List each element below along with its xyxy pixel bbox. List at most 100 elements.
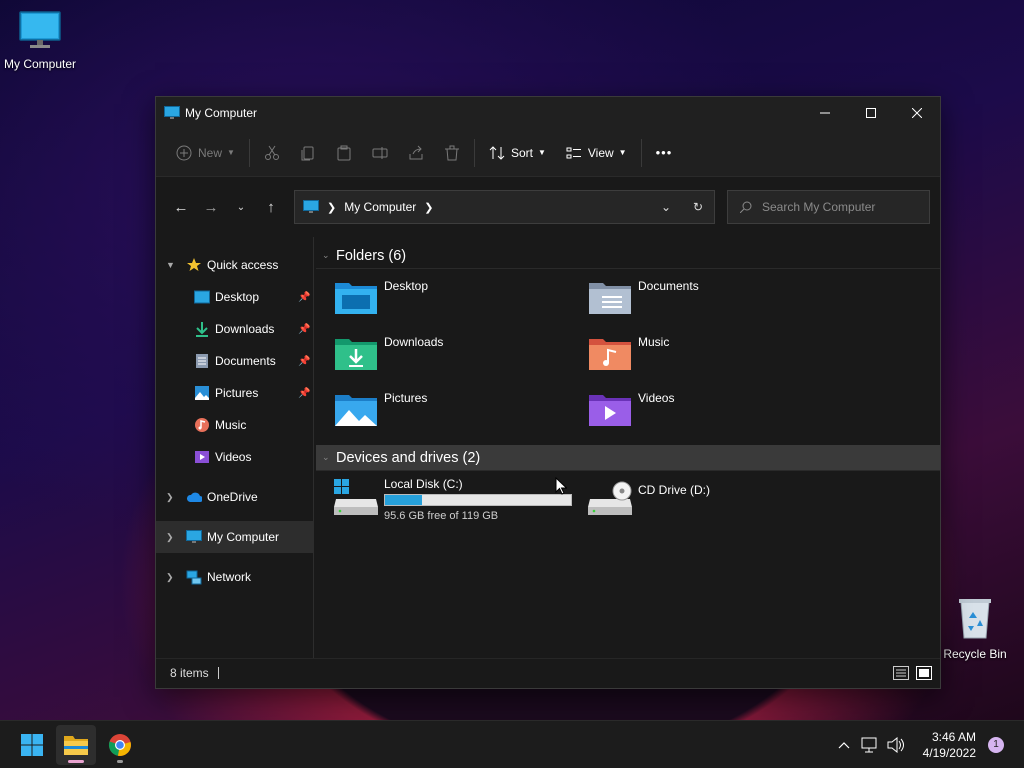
view-button[interactable]: View ▼	[556, 137, 637, 169]
volume-button[interactable]	[883, 736, 909, 753]
minimize-icon	[820, 112, 830, 114]
clock[interactable]: 3:46 AM 4/19/2022	[923, 729, 976, 761]
paste-icon	[337, 145, 351, 160]
cut-button[interactable]	[254, 137, 290, 169]
arrow-right-icon: →	[203, 198, 219, 216]
new-button[interactable]: New ▼	[166, 137, 245, 169]
sidebar-item-music[interactable]: Music	[156, 409, 313, 441]
network-status-button[interactable]	[857, 737, 883, 753]
chevron-down-icon: ⌄	[236, 201, 246, 213]
minimize-button[interactable]	[802, 97, 848, 129]
sort-button[interactable]: Sort ▼	[479, 137, 556, 169]
rename-button[interactable]	[362, 137, 398, 169]
folder-name: Videos	[638, 391, 675, 405]
toolbar-divider	[248, 138, 250, 167]
maximize-icon	[866, 108, 876, 118]
address-dropdown-icon[interactable]: ⌄	[650, 200, 682, 214]
sidebar-item-downloads[interactable]: Downloads 📌	[156, 313, 313, 345]
sidebar-label: Desktop	[215, 290, 260, 304]
folder-music[interactable]: Music	[588, 331, 842, 387]
share-button[interactable]	[398, 137, 434, 169]
back-button[interactable]: ←	[166, 192, 196, 222]
video-icon	[194, 449, 210, 465]
running-indicator	[117, 759, 123, 763]
refresh-icon[interactable]: ↻	[682, 200, 714, 214]
chevron-down-icon[interactable]: ▼	[166, 260, 175, 270]
close-button[interactable]	[894, 97, 940, 129]
drive-local-disk-c[interactable]: Local Disk (C:) 95.6 GB free of 119 GB	[334, 477, 588, 529]
videos-folder-icon	[589, 395, 631, 426]
chevron-right-icon[interactable]: ❯	[166, 532, 174, 543]
folder-desktop[interactable]: Desktop	[334, 275, 588, 331]
folder-videos[interactable]: Videos	[588, 387, 842, 443]
cd-drive-icon	[588, 481, 632, 515]
folder-documents[interactable]: Documents	[588, 275, 842, 331]
status-divider	[217, 666, 219, 679]
maximize-button[interactable]	[848, 97, 894, 129]
breadcrumb-my-computer[interactable]: My Computer	[344, 200, 416, 214]
search-box[interactable]	[727, 190, 930, 224]
chevron-down-icon: ▼	[227, 148, 235, 157]
desktop-icon	[194, 289, 210, 305]
folders-group-header[interactable]: ⌄ Folders (6)	[316, 243, 940, 269]
chevron-right-icon[interactable]: ❯	[424, 201, 433, 214]
details-view-button[interactable]	[891, 664, 911, 682]
up-button[interactable]: ↑	[256, 192, 286, 222]
show-hidden-icons-button[interactable]	[831, 741, 857, 749]
sidebar-item-my-computer[interactable]: ❯ My Computer	[156, 521, 313, 553]
sidebar-item-quick-access[interactable]: ▼ Quick access	[156, 249, 313, 281]
start-button[interactable]	[12, 725, 52, 765]
items-count: 8 items	[170, 665, 209, 680]
folder-downloads[interactable]: Downloads	[334, 331, 588, 387]
sidebar-item-desktop[interactable]: Desktop 📌	[156, 281, 313, 313]
sort-icon	[489, 145, 505, 160]
desktop-icon-label: My Computer	[3, 57, 77, 71]
trash-icon	[444, 145, 459, 160]
clock-date: 4/19/2022	[922, 745, 976, 760]
sidebar-item-network[interactable]: ❯ Network	[156, 561, 313, 593]
desktop-icon-recycle-bin[interactable]: Recycle Bin	[935, 596, 1015, 661]
drives-group-header[interactable]: ⌄ Devices and drives (2)	[316, 445, 940, 471]
chevron-right-icon[interactable]: ❯	[166, 572, 174, 583]
sidebar-item-pictures[interactable]: Pictures 📌	[156, 377, 313, 409]
chrome-taskbar-button[interactable]	[100, 725, 140, 765]
new-label: New	[198, 145, 223, 160]
sidebar-item-onedrive[interactable]: ❯ OneDrive	[156, 481, 313, 513]
search-input[interactable]	[762, 200, 922, 214]
folder-pictures[interactable]: Pictures	[334, 387, 588, 443]
content-pane: ⌄ Folders (6) Desktop Documents Download…	[314, 237, 940, 658]
paste-button[interactable]	[326, 137, 362, 169]
address-bar[interactable]: ❯ My Computer ❯ ⌄ ↻	[294, 190, 715, 224]
details-view-icon	[893, 665, 909, 680]
chevron-right-icon[interactable]: ❯	[166, 492, 174, 503]
chevron-down-icon: ⌄	[322, 452, 330, 462]
desktop-icon-my-computer[interactable]: My Computer	[0, 10, 80, 71]
drive-cd-d[interactable]: CD Drive (D:)	[588, 477, 842, 529]
music-folder-icon	[589, 339, 631, 370]
sidebar-label: Pictures	[215, 386, 259, 400]
windows-logo-icon	[21, 733, 43, 756]
picture-icon	[194, 385, 210, 401]
delete-button[interactable]	[434, 137, 470, 169]
speaker-icon	[887, 736, 904, 753]
toolbar-divider	[640, 138, 642, 167]
taskbar: 3:46 AM 4/19/2022 1	[0, 720, 1024, 768]
group-title: Devices and drives (2)	[336, 449, 481, 466]
sidebar-item-videos[interactable]: Videos	[156, 441, 313, 473]
recent-locations-button[interactable]: ⌄	[226, 192, 256, 222]
sidebar-item-documents[interactable]: Documents 📌	[156, 345, 313, 377]
folder-name: Documents	[638, 279, 699, 293]
folder-name: Pictures	[384, 391, 428, 405]
file-explorer-taskbar-button[interactable]	[56, 724, 96, 765]
drives-grid: Local Disk (C:) 95.6 GB free of 119 GB C…	[316, 471, 940, 529]
sidebar-label: Quick access	[207, 258, 279, 272]
sidebar-label: OneDrive	[207, 490, 258, 504]
arrow-up-icon: ↑	[267, 198, 275, 216]
copy-button[interactable]	[290, 137, 326, 169]
notification-badge[interactable]: 1	[988, 736, 1004, 753]
large-icons-view-button[interactable]	[914, 664, 934, 682]
more-options-button[interactable]: •••	[646, 137, 683, 169]
cloud-icon	[186, 489, 202, 505]
forward-button[interactable]: →	[196, 192, 226, 222]
title-bar[interactable]: My Computer	[156, 97, 940, 129]
